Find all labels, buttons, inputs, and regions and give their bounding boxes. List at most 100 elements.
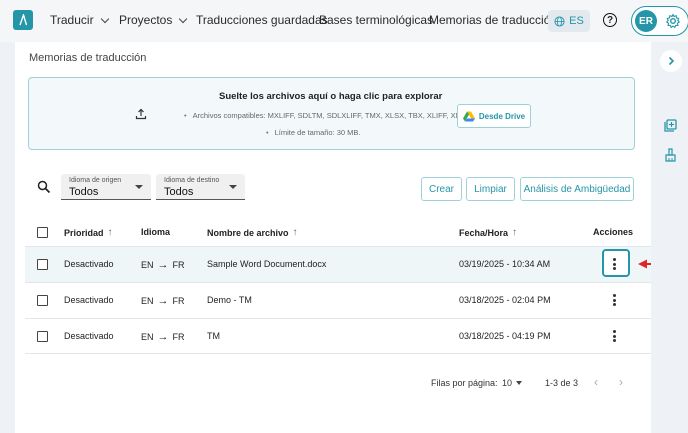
row-datetime: 03/18/2025 - 02:04 PM [459, 295, 551, 305]
source-language-value: Todos [69, 186, 99, 198]
column-filename[interactable]: Nombre de archivo ↑ [207, 227, 298, 238]
arrow-right-icon: → [157, 259, 169, 271]
row-priority: Desactivado [64, 295, 114, 305]
column-datetime-label: Fecha/Hora [459, 227, 509, 238]
rows-per-page-value: 10 [502, 378, 513, 388]
row-priority: Desactivado [64, 331, 114, 341]
nav-traducciones-guardadas-label: Traducciones guardadas [196, 13, 328, 27]
select-all-checkbox[interactable] [37, 227, 48, 238]
ambiguity-analysis-button[interactable]: Análisis de Ambigüedad [520, 177, 634, 201]
row-filename: Demo - TM [207, 295, 252, 305]
nav-memorias-de-traduccion[interactable]: Memorias de traducción [429, 13, 557, 27]
right-sidebar [651, 42, 688, 433]
rows-per-page-label: Filas por página: [431, 378, 498, 388]
row-language: EN → FR [141, 259, 185, 271]
google-drive-label: Desde Drive [478, 111, 526, 121]
sort-up-icon: ↑ [292, 227, 298, 238]
arrow-right-icon: → [157, 331, 169, 343]
column-priority-label: Prioridad [64, 227, 104, 238]
app-logo[interactable] [13, 10, 33, 30]
more-vertical-icon[interactable] [612, 258, 616, 270]
column-priority[interactable]: Prioridad ↑ [64, 227, 113, 238]
dropzone-size-limit: Límite de tamaño: 30 MB. [266, 128, 361, 137]
row-checkbox[interactable] [37, 259, 48, 270]
row-source-language: EN [141, 296, 154, 306]
next-page-icon[interactable]: › [619, 375, 623, 389]
column-language: Idioma [141, 227, 170, 237]
file-dropzone[interactable]: Suelte los archivos aquí o haga clic par… [28, 77, 635, 150]
chevron-down-icon [100, 14, 109, 23]
row-datetime: 03/18/2025 - 04:19 PM [459, 331, 551, 341]
table-row[interactable]: Desactivado EN → FR TM 03/18/2025 - 04:19 … [25, 318, 651, 354]
top-navigation: Traducir Proyectos Traducciones guardada… [0, 0, 688, 42]
user-menu[interactable]: ER [631, 6, 688, 36]
chevron-right-icon [668, 56, 675, 66]
table-row[interactable]: Desactivado EN → FR Demo - TM 03/18/2025 -… [25, 282, 651, 318]
logo-icon [19, 14, 28, 26]
dropzone-formats: Archivos compatibles: MXLIFF, SDLTM, SDL… [184, 111, 466, 120]
nav-traducir[interactable]: Traducir [50, 13, 109, 27]
expand-sidebar-button[interactable] [660, 50, 682, 72]
target-language-label: Idioma de destino [164, 177, 220, 184]
row-actions-button-highlighted[interactable] [602, 249, 630, 277]
language-code: ES [569, 15, 584, 27]
avatar[interactable]: ER [635, 10, 657, 32]
target-language-value: Todos [164, 186, 194, 198]
nav-traducir-label: Traducir [50, 13, 94, 27]
more-vertical-icon[interactable] [612, 294, 616, 306]
row-source-language: EN [141, 332, 154, 342]
library-icon[interactable] [664, 119, 677, 132]
nav-memorias-label: Memorias de traducción [429, 13, 558, 27]
dropdown-arrow-icon [229, 185, 237, 189]
page-title: Memorias de traducción [29, 52, 147, 64]
column-actions: Acciones [593, 227, 633, 237]
upload-icon [135, 108, 147, 120]
dropzone-title: Suelte los archivos aquí o haga clic par… [219, 91, 443, 102]
user-initials: ER [639, 15, 653, 27]
row-checkbox[interactable] [37, 295, 48, 306]
create-button[interactable]: Crear [421, 177, 462, 201]
column-datetime[interactable]: Fecha/Hora ↑ [459, 227, 517, 238]
row-target-language: FR [172, 260, 185, 270]
column-language-label: Idioma [141, 227, 171, 237]
dropdown-arrow-icon [516, 381, 523, 385]
more-vertical-icon[interactable] [612, 330, 616, 342]
row-checkbox[interactable] [37, 331, 48, 342]
help-icon[interactable]: ? [603, 13, 617, 27]
row-filename: TM [207, 331, 220, 341]
row-language: EN → FR [141, 331, 185, 343]
row-filename: Sample Word Document.docx [207, 259, 327, 269]
nav-traducciones-guardadas[interactable]: Traducciones guardadas [196, 13, 328, 27]
dropdown-arrow-icon [135, 185, 143, 189]
help-glyph: ? [606, 14, 614, 26]
nav-proyectos[interactable]: Proyectos [119, 13, 188, 27]
source-language-select[interactable]: Idioma de origen Todos [61, 174, 151, 200]
row-language: EN → FR [141, 295, 185, 307]
nav-proyectos-label: Proyectos [119, 13, 173, 27]
google-drive-icon [462, 111, 475, 121]
rows-per-page-select[interactable]: 10 [502, 378, 523, 388]
nav-bases-terminologicas[interactable]: Bases terminológicas [319, 13, 433, 27]
column-actions-label: Acciones [593, 227, 634, 237]
google-drive-button[interactable]: Desde Drive [457, 104, 531, 128]
previous-page-icon[interactable]: ‹ [594, 375, 598, 389]
column-filename-label: Nombre de archivo [207, 227, 289, 238]
pagination-range: 1-3 de 3 [545, 378, 579, 388]
globe-icon [554, 15, 565, 27]
gear-icon[interactable] [665, 13, 681, 29]
language-selector[interactable]: ES [548, 10, 590, 32]
table-row[interactable]: Desactivado EN → FR Sample Word Document.d… [25, 246, 651, 282]
sort-up-icon: ↑ [107, 227, 113, 238]
source-language-label: Idioma de origen [69, 177, 122, 184]
clear-button[interactable]: Limpiar [466, 177, 515, 201]
broom-icon[interactable] [664, 148, 677, 162]
sort-up-icon: ↑ [512, 227, 518, 238]
row-target-language: FR [172, 296, 185, 306]
row-priority: Desactivado [64, 259, 114, 269]
search-icon[interactable] [37, 180, 51, 194]
row-datetime: 03/19/2025 - 10:34 AM [459, 259, 551, 269]
main-panel: Memorias de traducción Suelte los archiv… [15, 42, 651, 433]
target-language-select[interactable]: Idioma de destino Todos [156, 174, 245, 200]
row-target-language: FR [172, 332, 185, 342]
nav-bases-terminologicas-label: Bases terminológicas [319, 13, 434, 27]
